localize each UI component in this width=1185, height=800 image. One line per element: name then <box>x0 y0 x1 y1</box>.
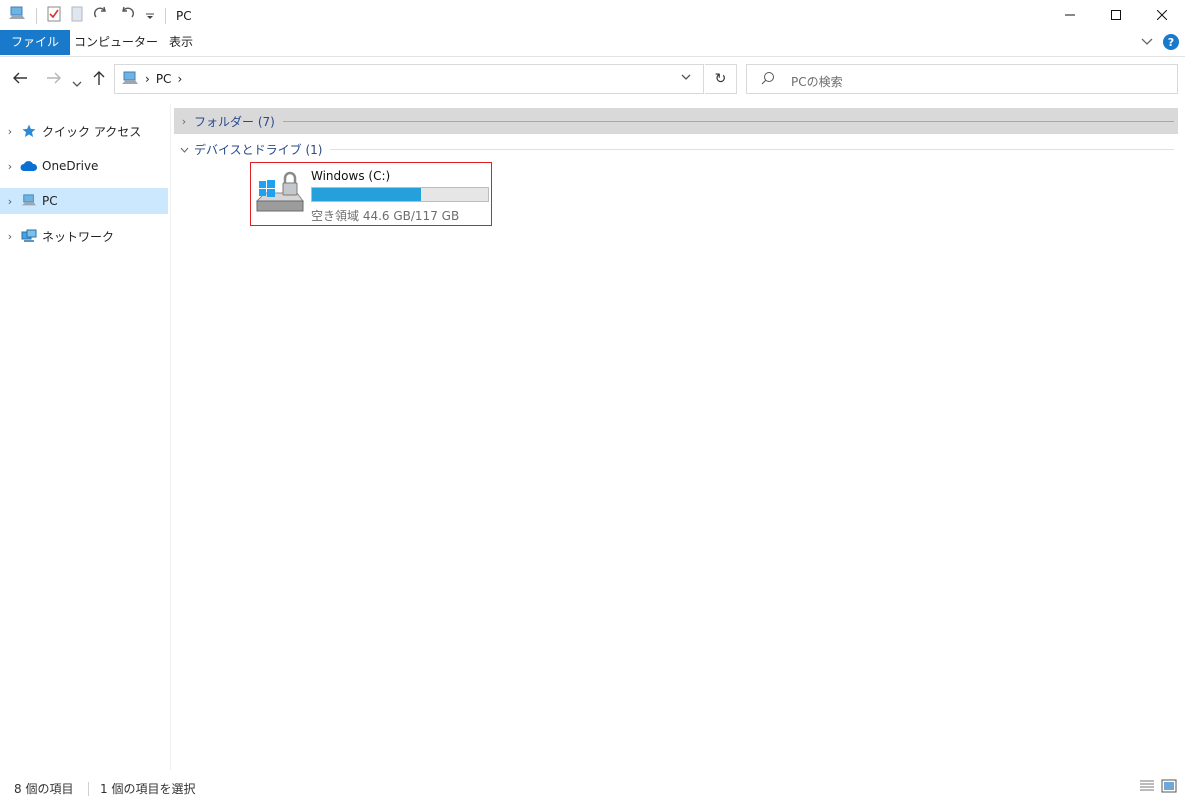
chevron-right-icon: › <box>181 114 187 128</box>
selection-count: 1 個の項目を選択 <box>100 782 196 796</box>
quick-access-toolbar: PC <box>8 6 192 25</box>
bitlocker-drive-icon <box>255 171 304 212</box>
computer-icon <box>122 71 138 84</box>
details-view-icon <box>1140 780 1154 791</box>
sidebar-item-pc[interactable]: › PC <box>0 188 168 214</box>
properties-icon[interactable] <box>47 6 61 25</box>
cloud-icon <box>20 158 38 174</box>
arrow-left-icon <box>13 72 27 84</box>
help-icon[interactable]: ? <box>1163 34 1179 50</box>
window-title: PC <box>176 8 192 23</box>
chevron-right-icon[interactable]: › <box>0 160 20 173</box>
computer-icon <box>20 193 38 209</box>
breadcrumb: › PC › <box>121 71 182 87</box>
expand-ribbon-button[interactable] <box>1141 35 1153 49</box>
search-box[interactable]: PCの検索 <box>746 64 1178 94</box>
redo-icon[interactable] <box>93 6 109 25</box>
search-input[interactable]: PCの検索 <box>791 73 843 90</box>
maximize-icon <box>1111 10 1121 20</box>
status-bar: 8 個の項目 1 個の項目を選択 <box>0 776 1185 800</box>
group-header-folders[interactable]: › フォルダー (7) <box>174 108 1178 134</box>
breadcrumb-separator[interactable]: › <box>177 72 182 86</box>
minimize-button[interactable] <box>1047 0 1093 30</box>
minimize-icon <box>1065 14 1075 16</box>
drive-free-space: 空き領域 44.6 GB/117 GB <box>311 209 460 223</box>
chevron-down-icon <box>681 74 691 80</box>
large-icons-view-icon <box>1161 779 1177 793</box>
star-icon <box>20 123 38 139</box>
navigation-bar: › PC › ↻ PCの検索 <box>0 60 1185 100</box>
sidebar-item-quick-access[interactable]: › クイック アクセス <box>0 118 168 144</box>
details-view-button[interactable] <box>1139 779 1155 796</box>
up-button[interactable] <box>92 70 106 90</box>
drive-usage-fill <box>312 188 422 201</box>
tab-computer[interactable]: コンピューター <box>62 30 170 55</box>
navigation-pane: › クイック アクセス › OneDrive › PC › ネットワーク <box>0 104 171 770</box>
computer-icon[interactable] <box>8 6 26 25</box>
drive-usage-bar <box>311 187 489 202</box>
title-bar: PC <box>0 0 1185 30</box>
tab-view[interactable]: 表示 <box>157 30 205 55</box>
chevron-down-icon <box>174 143 194 156</box>
file-view: › フォルダー (7) デバイスとドライブ (1) Windows (C:) 空… <box>172 104 1185 770</box>
item-count: 8 個の項目 <box>14 782 74 796</box>
chevron-right-icon[interactable]: › <box>0 195 20 208</box>
arrow-right-icon <box>47 72 61 84</box>
forward-button[interactable] <box>46 70 62 89</box>
chevron-down-icon <box>1141 38 1153 45</box>
drive-item-c[interactable]: Windows (C:) 空き領域 44.6 GB/117 GB <box>250 162 492 226</box>
chevron-down-icon <box>72 81 82 87</box>
network-icon <box>20 228 38 244</box>
breadcrumb-item-pc[interactable]: PC <box>156 72 172 86</box>
new-folder-icon[interactable] <box>71 6 83 25</box>
tab-file[interactable]: ファイル <box>0 30 71 55</box>
address-bar[interactable]: › PC › <box>114 64 704 94</box>
refresh-icon: ↻ <box>714 71 727 87</box>
sidebar-item-onedrive[interactable]: › OneDrive <box>0 153 168 179</box>
ribbon-tabs: ファイル コンピューター 表示 ? <box>0 30 1185 57</box>
window-controls <box>1047 0 1185 30</box>
refresh-button[interactable]: ↻ <box>705 64 737 94</box>
large-icons-view-button[interactable] <box>1161 779 1177 796</box>
close-icon <box>1157 10 1167 20</box>
close-button[interactable] <box>1139 0 1185 30</box>
breadcrumb-separator[interactable]: › <box>145 72 150 86</box>
group-header-devices[interactable]: デバイスとドライブ (1) <box>174 138 1178 160</box>
chevron-right-icon[interactable]: › <box>0 125 20 138</box>
sidebar-item-network[interactable]: › ネットワーク <box>0 223 168 249</box>
chevron-right-icon[interactable]: › <box>0 230 20 243</box>
recent-locations-button[interactable] <box>72 74 82 93</box>
address-history-button[interactable] <box>681 72 691 85</box>
maximize-button[interactable] <box>1093 0 1139 30</box>
search-icon <box>761 71 775 88</box>
undo-icon[interactable] <box>119 6 135 25</box>
customize-dropdown-icon[interactable] <box>145 6 155 25</box>
back-button[interactable] <box>12 70 28 89</box>
drive-name: Windows (C:) <box>311 169 391 183</box>
arrow-up-icon <box>93 71 105 85</box>
